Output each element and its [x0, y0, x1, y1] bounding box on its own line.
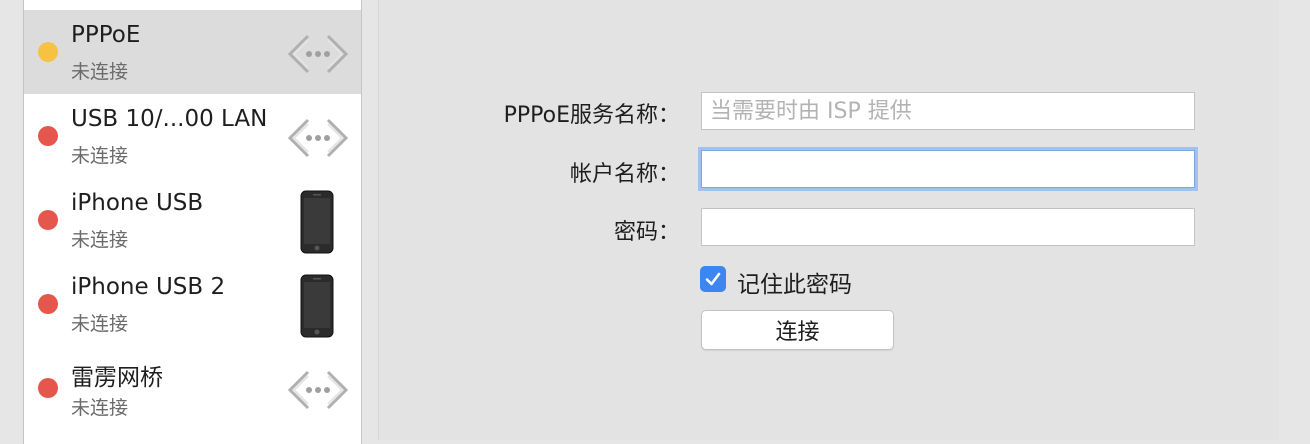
- password-field[interactable]: [701, 208, 1195, 246]
- iphone-icon: [300, 190, 334, 254]
- service-item-iphone-usb[interactable]: iPhone USB 未连接: [24, 178, 361, 262]
- network-arrows-icon: [287, 118, 349, 158]
- password-label: 密码：: [613, 220, 680, 245]
- status-dot: [38, 42, 58, 62]
- service-status: 未连接: [71, 229, 129, 251]
- network-arrows-icon: [287, 370, 349, 410]
- service-status: 未连接: [71, 313, 129, 335]
- service-item-thunderbolt-bridge[interactable]: 雷雳网桥 未连接: [24, 346, 361, 430]
- checkmark-icon: [705, 272, 721, 286]
- remember-password-label[interactable]: 记住此密码: [737, 265, 852, 299]
- service-item-pppoe[interactable]: PPPoE 未连接: [24, 10, 361, 94]
- service-name: iPhone USB 2: [71, 274, 226, 300]
- service-item-usb-lan[interactable]: USB 10/...00 LAN 未连接: [24, 94, 361, 178]
- connect-button[interactable]: 连接: [701, 310, 894, 350]
- status-dot: [38, 378, 58, 398]
- status-dot: [38, 210, 58, 230]
- service-list: PPPoE 未连接 USB 10/...00 LAN 未连接 iPhone US…: [23, 0, 362, 444]
- service-item-iphone-usb-2[interactable]: iPhone USB 2 未连接: [24, 262, 361, 346]
- status-dot: [38, 294, 58, 314]
- remember-password-checkbox[interactable]: [700, 266, 726, 292]
- account-name-label: 帐户名称：: [569, 162, 680, 187]
- service-name: USB 10/...00 LAN: [71, 106, 268, 132]
- iphone-icon: [300, 274, 334, 338]
- service-name: 雷雳网桥: [71, 365, 163, 391]
- service-status: 未连接: [71, 61, 129, 83]
- service-status: 未连接: [71, 145, 129, 167]
- service-name: iPhone USB: [71, 190, 204, 216]
- window-right-edge: [1279, 0, 1310, 440]
- window-left-edge: [0, 0, 24, 440]
- service-name-label: PPPoE服务名称：: [503, 103, 680, 128]
- service-name: PPPoE: [71, 22, 141, 48]
- service-status: 未连接: [71, 397, 129, 419]
- status-dot: [38, 126, 58, 146]
- service-name-field[interactable]: [701, 92, 1195, 130]
- network-arrows-icon: [287, 34, 349, 74]
- account-name-field[interactable]: [701, 150, 1195, 188]
